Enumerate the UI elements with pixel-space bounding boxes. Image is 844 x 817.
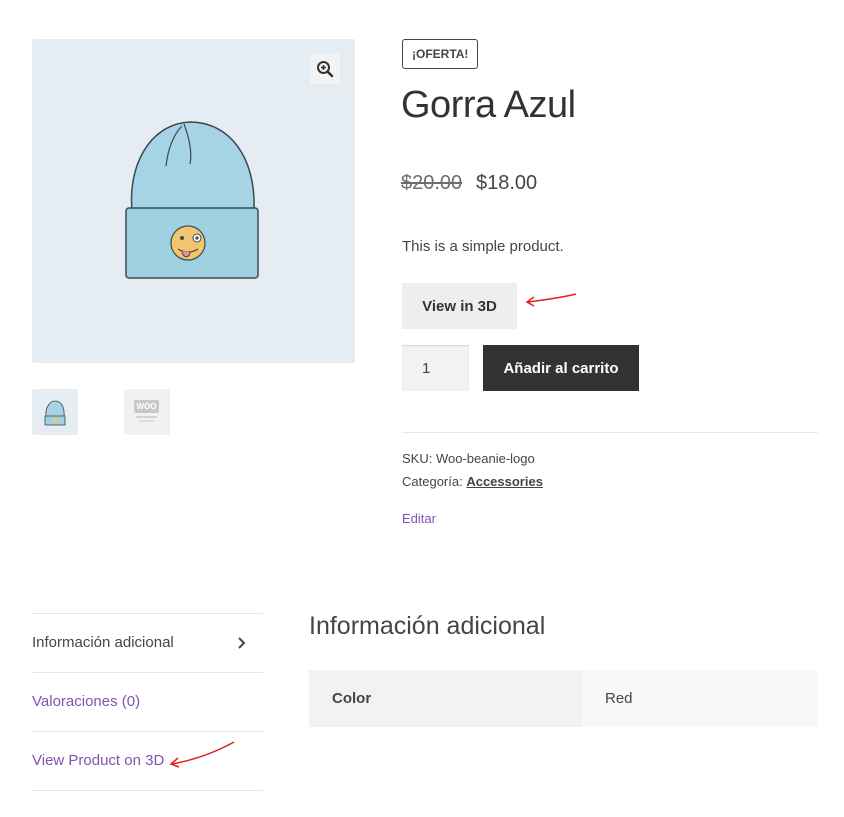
attribute-label: Color	[332, 690, 372, 707]
attribute-value: Red	[605, 690, 633, 707]
chevron-right-icon	[238, 637, 246, 649]
edit-link[interactable]: Editar	[402, 511, 436, 526]
category-label: Categoría:	[402, 474, 463, 489]
tab-additional-information[interactable]: Información adicional	[32, 614, 263, 672]
beanie-image	[125, 121, 259, 279]
meta-divider	[402, 432, 818, 433]
sku-line: SKU: Woo-beanie-logo	[402, 451, 535, 466]
category-line: Categoría: Accessories	[402, 474, 543, 489]
tab-label: Información adicional	[32, 634, 174, 651]
zoom-in-icon	[317, 61, 334, 78]
zoom-button[interactable]	[310, 54, 340, 84]
annotation-arrow-icon	[525, 293, 577, 307]
add-to-cart-button[interactable]: Añadir al carrito	[483, 345, 639, 391]
tab-view-product-3d[interactable]: View Product on 3D	[32, 732, 263, 790]
category-link[interactable]: Accessories	[466, 474, 543, 489]
sale-price: $18.00	[476, 172, 538, 194]
tab-label: View Product on 3D	[32, 752, 165, 769]
sku-value: Woo-beanie-logo	[435, 451, 535, 466]
product-title: Gorra Azul	[401, 84, 576, 126]
beanie-thumbnail-icon	[44, 400, 66, 426]
woo-logo-thumbnail[interactable]: WOO	[124, 389, 170, 435]
tab-reviews[interactable]: Valoraciones (0)	[32, 673, 263, 731]
tab-label: Valoraciones (0)	[32, 693, 141, 710]
woo-logo-badge: WOO	[134, 400, 159, 413]
panel-title: Información adicional	[309, 612, 546, 640]
view-in-3d-button[interactable]: View in 3D	[402, 283, 517, 329]
beanie-thumbnail[interactable]	[32, 389, 78, 435]
old-price: $20.00	[401, 172, 463, 194]
sale-badge: ¡OFERTA!	[402, 39, 479, 69]
quantity-input[interactable]	[402, 345, 469, 391]
short-description: This is a simple product.	[402, 238, 564, 255]
tab-divider	[32, 790, 263, 791]
sku-label: SKU:	[402, 451, 433, 466]
